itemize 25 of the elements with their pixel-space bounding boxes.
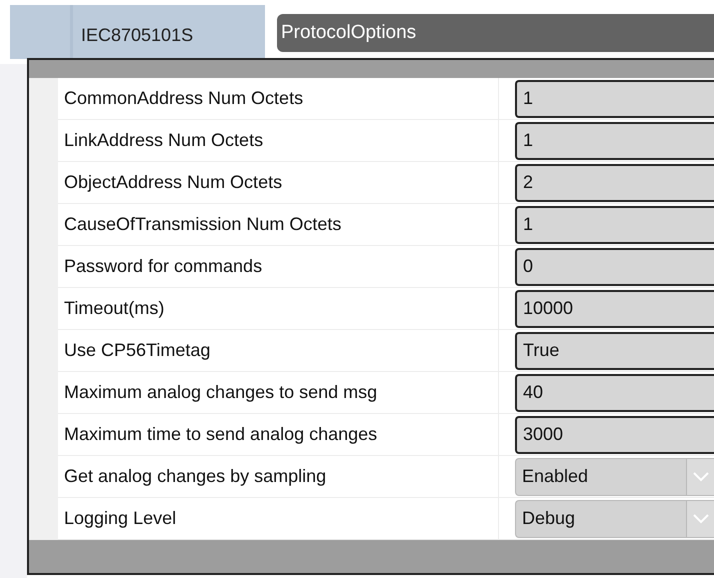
value-field[interactable]: 1 [515, 122, 714, 160]
property-label: LinkAddress Num Octets [58, 120, 499, 161]
value-field[interactable]: 2 [515, 164, 714, 202]
value-field[interactable]: 3000 [515, 416, 714, 454]
property-label: Password for commands [58, 246, 499, 287]
dropdown[interactable]: Debug [515, 500, 714, 538]
chevron-down-icon [693, 514, 709, 524]
property-label: Use CP56Timetag [58, 330, 499, 371]
value-field[interactable]: 1 [515, 80, 714, 118]
section-header: ProtocolOptions [277, 14, 714, 52]
property-label: CommonAddress Num Octets [58, 78, 499, 119]
value-field[interactable]: 10000 [515, 290, 714, 328]
property-label: Timeout(ms) [58, 288, 499, 329]
property-label: CauseOfTransmission Num Octets [58, 204, 499, 245]
value-field[interactable]: 40 [515, 374, 714, 412]
property-label: Maximum analog changes to send msg [58, 372, 499, 413]
value-field[interactable]: 1 [515, 206, 714, 244]
dropdown[interactable]: Enabled [515, 458, 714, 496]
value-field[interactable]: True [515, 332, 714, 370]
value-field[interactable]: 0 [515, 248, 714, 286]
property-label: Maximum time to send analog changes [58, 414, 499, 455]
property-label: ObjectAddress Num Octets [58, 162, 499, 203]
property-label: Get analog changes by sampling [58, 456, 499, 497]
chevron-down-icon [693, 472, 709, 482]
property-label: Logging Level [58, 498, 499, 539]
